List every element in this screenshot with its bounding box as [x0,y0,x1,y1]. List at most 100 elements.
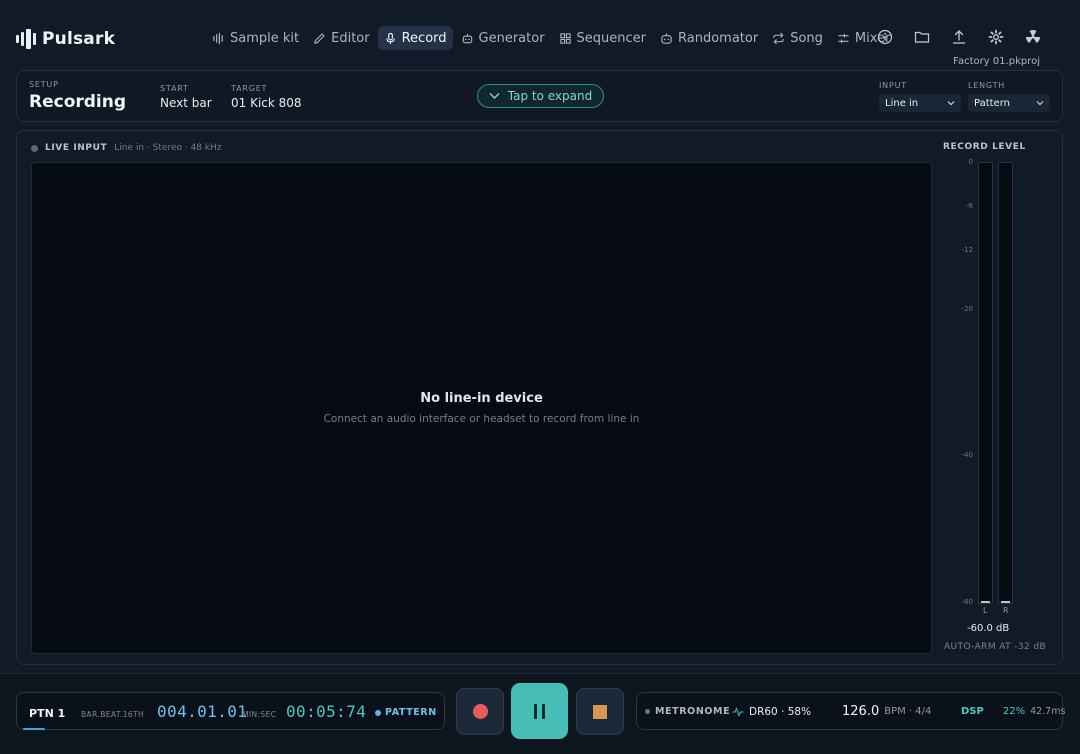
sliders-icon [838,33,849,43]
nav-sample-kit[interactable]: Sample kit [206,26,305,50]
setup-title: Recording [29,92,127,112]
position-value: 004.01.01 [157,702,248,721]
pattern-name[interactable]: PTN 1 [29,707,65,720]
nav-generator[interactable]: Generator [455,26,551,50]
repeat-icon [773,32,784,44]
meter-left [978,162,993,604]
nav-record[interactable]: Record [377,26,453,50]
dice-icon [661,32,672,44]
dsp-indicator: DSP 22% 42.7ms [961,706,1065,717]
meter-left-label: L [983,606,988,615]
tempo-display[interactable]: 126.0 BPM · 4/4 [842,704,931,719]
mode-indicator[interactable]: PATTERN [375,707,437,718]
position-caption: BAR.BEAT.16TH [81,710,145,719]
dsp-label: DSP [961,706,984,717]
meter-right [998,162,1013,604]
microphone-icon [385,32,395,44]
input-select[interactable]: Line in [879,94,961,112]
record-button[interactable] [456,688,504,735]
waveform-canvas[interactable]: No line-in device Connect an audio inter… [31,162,932,654]
latency-value: 42.7ms [1030,706,1066,717]
meter-tick: -60 [961,598,973,606]
length-select[interactable]: Pattern [968,94,1050,112]
kit-indicator[interactable]: DR60 · 58% [732,706,811,718]
grid-icon [559,32,571,44]
status-panel: METRONOME DR60 · 58% 126.0 BPM · 4/4 DSP… [636,692,1065,730]
meter-right-label: R [1003,606,1009,615]
pulse-icon [732,707,744,717]
empty-state-subtitle: Connect an audio interface or headset to… [323,413,640,425]
stop-button[interactable] [576,688,624,735]
time-caption: MIN:SEC [242,710,277,719]
chevron-down-icon [947,101,955,106]
live-input-header: LIVE INPUT Line in · Stereo · 48 kHz [31,143,222,153]
nav-sequencer[interactable]: Sequencer [553,26,652,50]
app-name: Pulsark [42,29,116,49]
transport-bar: PTN 1 BAR.BEAT.16TH 004.01.01 MIN:SEC 00… [0,673,1080,754]
start-value: Next bar [160,96,212,110]
waveform-icon [213,32,223,44]
nav-label: Sequencer [576,30,647,46]
meter-tick: -40 [961,451,973,459]
info-icon[interactable] [876,28,894,46]
start-label: START [160,84,189,93]
metronome-toggle[interactable]: METRONOME [645,706,730,717]
chevron-down-icon [489,93,500,99]
expand-label: Tap to expand [507,89,593,103]
project-name: Factory 01.pkproj [953,56,1040,67]
time-value: 00:05:74 [286,702,367,721]
mode-dot [375,709,381,716]
length-value: Pattern [974,97,1010,109]
nav-label: Randomator [678,30,759,46]
stop-icon [593,704,607,719]
record-panel: LIVE INPUT Line in · Stereo · 48 kHz No … [16,130,1063,665]
level-readout: -60.0 dB [967,623,1010,634]
app-logo: Pulsark [16,28,115,50]
pencil-icon [314,32,325,44]
chevron-down-icon [1036,101,1044,106]
logo-icon [16,28,36,50]
input-value: Line in [885,97,919,109]
top-bar: Pulsark Sample kit Editor Record Generat… [0,0,1080,72]
robot-icon [462,33,472,43]
target-value: 01 Kick 808 [231,96,302,110]
pattern-progress [23,728,45,730]
nav-editor[interactable]: Editor [307,26,375,50]
nav-label: Editor [331,30,370,46]
target-field[interactable]: TARGET 01 Kick 808 [231,84,302,110]
start-field[interactable]: START Next bar [160,84,212,110]
toolbar-icons [876,28,1042,46]
dsp-value: 22% [1002,706,1026,717]
metronome-dot [645,709,650,714]
live-input-title: LIVE INPUT [45,143,108,153]
setup-section: SETUP Recording [29,80,126,112]
length-field: LENGTH Pattern [968,81,1050,112]
gear-icon[interactable] [987,28,1005,46]
nav-label: Song [790,30,823,46]
pause-icon [542,703,545,719]
pause-button[interactable] [511,683,568,739]
metronome-label: METRONOME [655,706,731,717]
empty-state-title: No line-in device [420,391,543,406]
upload-icon[interactable] [950,28,968,46]
nav-song[interactable]: Song [766,26,829,50]
folder-icon[interactable] [913,28,931,46]
nav-label: Generator [478,30,545,46]
meter-tick: -6 [966,202,973,210]
main-nav: Sample kit Editor Record Generator Seque… [206,26,896,50]
input-label: INPUT [879,81,907,90]
meter-tick: 0 [968,158,973,166]
meter-floor-mark [1001,601,1010,603]
nav-label: Record [401,30,447,46]
status-dot [31,144,38,152]
input-field: INPUT Line in [879,81,961,112]
radiation-icon[interactable] [1024,28,1042,46]
auto-arm-label: AUTO-ARM AT -32 dB [944,642,1047,652]
live-input-subtitle: Line in · Stereo · 48 kHz [114,143,222,153]
record-icon [472,704,488,719]
bpm-meta: BPM · 4/4 [884,706,932,717]
expand-button[interactable]: Tap to expand [477,84,604,108]
nav-randomator[interactable]: Randomator [654,26,764,50]
setup-panel: SETUP Recording START Next bar TARGET 01… [16,70,1063,122]
bpm-value: 126.0 [842,704,880,719]
